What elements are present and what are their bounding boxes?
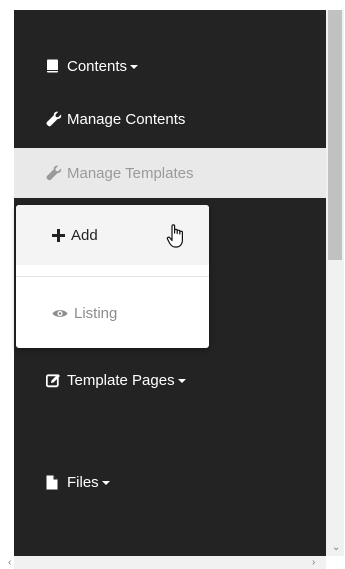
scroll-right-arrow-icon[interactable]: › — [312, 558, 315, 568]
horizontal-scrollbar[interactable] — [14, 556, 326, 569]
sidebar-item-label: Manage Contents — [67, 110, 186, 128]
sidebar-item-manage-templates[interactable]: Manage Templates — [14, 148, 326, 198]
hand-pointer-icon — [166, 223, 188, 254]
dropdown-item-label: Listing — [74, 304, 118, 322]
dropdown-divider — [16, 276, 209, 277]
edit-icon — [46, 373, 64, 388]
sidebar-item-template-pages[interactable]: Template Pages — [14, 362, 326, 398]
eye-icon — [52, 308, 68, 319]
caret-down-icon — [130, 65, 139, 69]
plus-icon — [52, 228, 65, 242]
scroll-down-arrow-icon[interactable]: ⌄ — [332, 543, 340, 553]
file-icon — [46, 475, 64, 490]
sidebar-item-label: Manage Templates — [67, 164, 194, 182]
sidebar-item-label: Template Pages — [67, 371, 175, 389]
dropdown-item-label: Add — [71, 226, 98, 244]
caret-down-icon — [101, 481, 110, 485]
book-icon — [46, 59, 64, 73]
wrench-icon — [46, 111, 64, 127]
scroll-left-arrow-icon[interactable]: ‹ — [8, 558, 11, 568]
caret-down-icon — [177, 379, 186, 383]
vertical-scrollbar-thumb[interactable] — [328, 10, 342, 260]
dropdown-item-listing[interactable]: Listing — [16, 291, 209, 335]
sidebar-item-label: Contents — [67, 57, 128, 75]
sidebar-item-label: Files — [67, 473, 99, 491]
wrench-icon — [46, 165, 64, 181]
sidebar-item-contents[interactable]: Contents — [14, 48, 326, 84]
sidebar-item-manage-contents[interactable]: Manage Contents — [14, 101, 326, 137]
sidebar-item-files[interactable]: Files — [14, 464, 326, 500]
